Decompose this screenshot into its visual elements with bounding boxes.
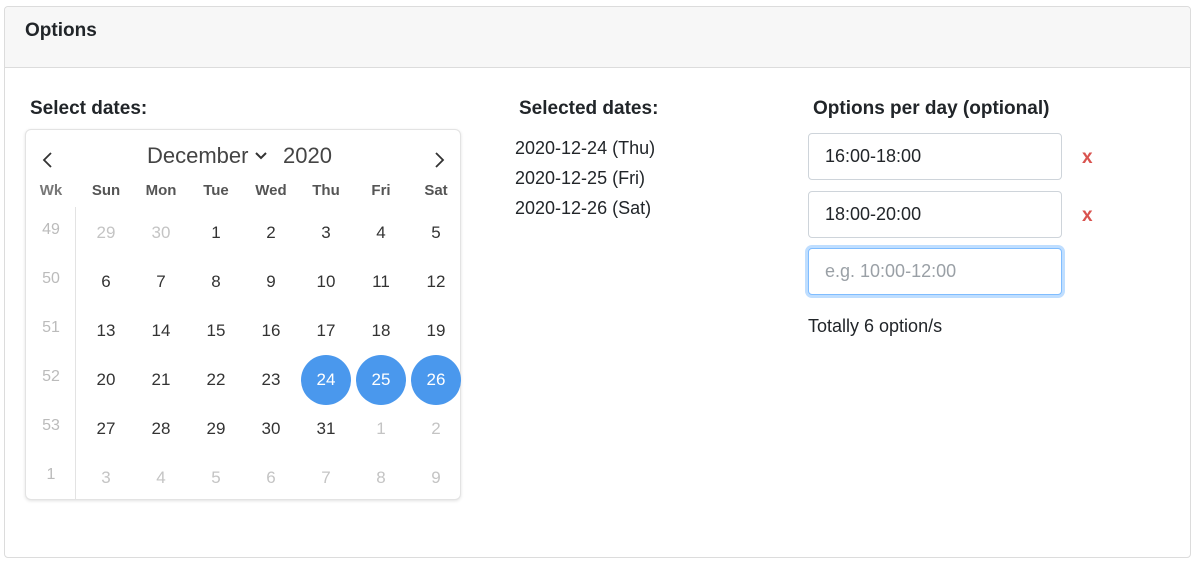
calendar-day[interactable]: 6 [81,257,131,307]
week-number: 52 [42,368,60,385]
total-options-count: Totally 6 option/s [808,316,943,336]
selected-date-item: 2020-12-25 (Fri) [515,168,646,188]
week-number: 49 [42,221,60,238]
prev-month-button[interactable] [36,148,60,172]
calendar-day[interactable]: 19 [411,306,461,356]
calendar-day[interactable]: 5 [191,453,241,503]
chevron-down-icon [255,152,268,160]
calendar-day[interactable]: 23 [246,355,296,405]
weekday-header-thu: Thu [312,182,340,199]
calendar-day[interactable]: 10 [301,257,351,307]
calendar-day[interactable]: 27 [81,404,131,454]
calendar-day[interactable]: 12 [411,257,461,307]
calendar-day-selected[interactable]: 26 [411,355,461,405]
calendar-day[interactable]: 3 [81,453,131,503]
calendar-day[interactable]: 3 [301,208,351,258]
calendar-day-selected[interactable]: 25 [356,355,406,405]
weekday-header-fri: Fri [371,182,391,199]
calendar-day[interactable]: 7 [301,453,351,503]
calendar-day[interactable]: 16 [246,306,296,356]
month-label: December [147,143,249,168]
card-header [5,7,1190,68]
card-title: Options [25,20,97,41]
month-select[interactable]: December [147,143,268,169]
calendar-day[interactable]: 6 [246,453,296,503]
calendar-day-selected[interactable]: 24 [301,355,351,405]
week-divider [75,207,76,500]
selected-dates-heading: Selected dates: [519,98,659,119]
calendar-day[interactable]: 21 [136,355,186,405]
calendar-day[interactable]: 5 [411,208,461,258]
week-column-header: Wk [39,182,63,199]
week-number: 51 [42,319,60,336]
calendar-day[interactable]: 2 [411,404,461,454]
calendar-day[interactable]: 2 [246,208,296,258]
weekday-header-mon: Mon [145,182,177,199]
calendar-day[interactable]: 17 [301,306,351,356]
calendar-day[interactable]: 9 [411,453,461,503]
week-number: 1 [46,466,56,483]
date-picker-calendar: December 2020 Wk Sun Mon Tue Wed Thu Fri Sat 4… [25,129,461,500]
calendar-day[interactable]: 8 [191,257,241,307]
calendar-day[interactable]: 8 [356,453,406,503]
weekday-header-sat: Sat [424,182,448,199]
calendar-day[interactable]: 29 [191,404,241,454]
chevron-right-icon [435,152,445,168]
week-number: 50 [42,270,60,287]
week-number: 53 [42,417,60,434]
weekday-header-sun: Sun [91,182,121,199]
select-dates-heading: Select dates: [30,98,148,119]
remove-option-2-button[interactable]: x [1082,205,1093,227]
calendar-day[interactable]: 1 [191,208,241,258]
calendar-day[interactable]: 14 [136,306,186,356]
calendar-day[interactable]: 30 [136,208,186,258]
option-input-2[interactable] [808,191,1062,238]
calendar-day[interactable]: 9 [246,257,296,307]
calendar-day[interactable]: 4 [356,208,406,258]
calendar-day[interactable]: 1 [356,404,406,454]
calendar-day[interactable]: 15 [191,306,241,356]
year-input[interactable]: 2020 [283,143,332,169]
option-input-1[interactable] [808,133,1062,180]
calendar-day[interactable]: 30 [246,404,296,454]
chevron-left-icon [42,152,52,168]
weekday-header-wed: Wed [255,182,287,199]
calendar-day[interactable]: 7 [136,257,186,307]
selected-date-item: 2020-12-26 (Sat) [515,198,652,218]
next-month-button[interactable] [427,148,451,172]
weekday-header-tue: Tue [203,182,229,199]
calendar-day[interactable]: 20 [81,355,131,405]
options-per-day-heading: Options per day (optional) [813,98,1050,119]
calendar-day[interactable]: 11 [356,257,406,307]
calendar-day[interactable]: 18 [356,306,406,356]
calendar-day[interactable]: 13 [81,306,131,356]
calendar-day[interactable]: 31 [301,404,351,454]
calendar-day[interactable]: 4 [136,453,186,503]
new-option-input[interactable] [808,248,1062,295]
calendar-day[interactable]: 28 [136,404,186,454]
calendar-day[interactable]: 22 [191,355,241,405]
calendar-day[interactable]: 29 [81,208,131,258]
remove-option-1-button[interactable]: x [1082,147,1093,169]
selected-date-item: 2020-12-24 (Thu) [515,138,656,158]
